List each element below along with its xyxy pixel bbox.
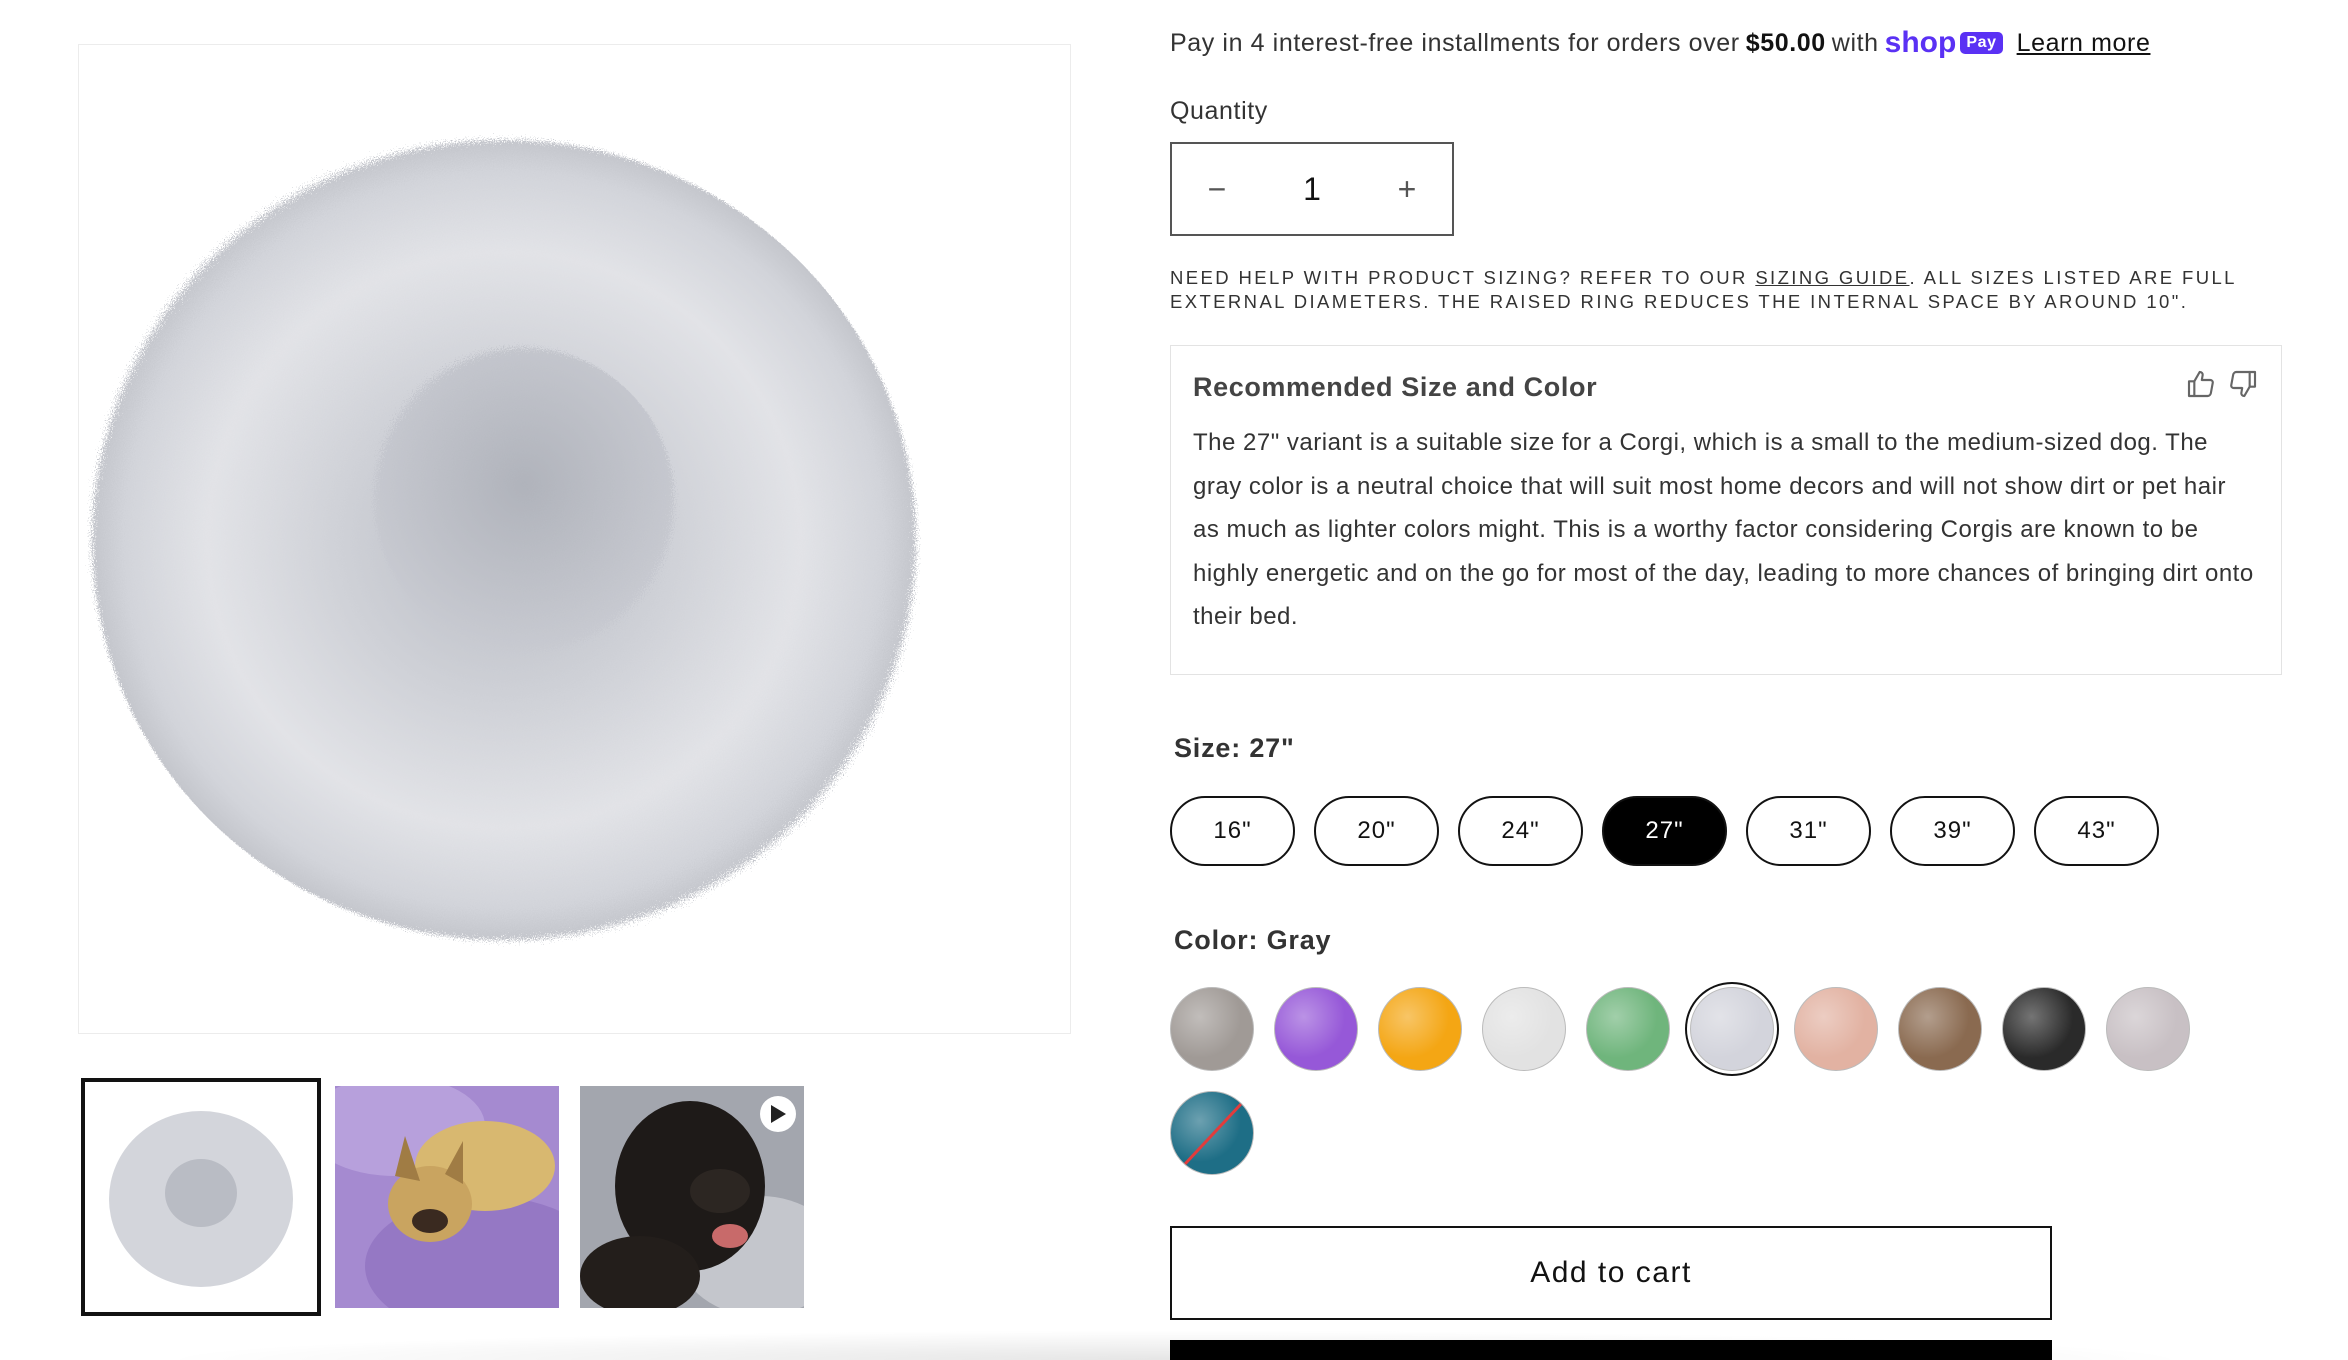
size-option-39[interactable]: 39" bbox=[1890, 796, 2015, 866]
quantity-stepper: − 1 + bbox=[1170, 142, 1454, 236]
product-main-image[interactable] bbox=[78, 44, 1071, 1034]
size-option-24[interactable]: 24" bbox=[1458, 796, 1583, 866]
thumbs-up-icon[interactable] bbox=[2185, 368, 2217, 400]
color-swatches-row-2 bbox=[1170, 1091, 1254, 1175]
recommendation-card: Recommended Size and Color The 27" varia… bbox=[1170, 345, 2282, 675]
color-swatch-green[interactable] bbox=[1586, 987, 1670, 1071]
sizing-note-prefix: NEED HELP WITH PRODUCT SIZING? REFER TO … bbox=[1170, 267, 1748, 288]
sizing-guide-link[interactable]: SIZING GUIDE bbox=[1755, 267, 1909, 288]
installments-threshold: $50.00 bbox=[1745, 28, 1826, 57]
shop-pay-logo: shop bbox=[1884, 26, 1957, 59]
color-swatches-row-1 bbox=[1170, 987, 2190, 1071]
recommendation-text: The 27" variant is a suitable size for a… bbox=[1193, 429, 2254, 630]
shop-pay-installments: Pay in 4 interest-free installments for … bbox=[1170, 26, 2150, 60]
increase-quantity-button[interactable]: + bbox=[1362, 144, 1452, 234]
size-option-20[interactable]: 20" bbox=[1314, 796, 1439, 866]
size-option-31[interactable]: 31" bbox=[1746, 796, 1871, 866]
product-thumbnail-video[interactable] bbox=[580, 1086, 804, 1308]
size-option-27[interactable]: 27" bbox=[1602, 796, 1727, 866]
color-swatch-orange[interactable] bbox=[1378, 987, 1462, 1071]
product-thumbnail-bulldog[interactable] bbox=[335, 1086, 559, 1308]
size-options: 16" 20" 24" 27" 31" 39" 43" bbox=[1170, 796, 2159, 866]
add-to-cart-button[interactable]: Add to cart bbox=[1170, 1226, 2052, 1320]
color-swatch-teal-unavailable[interactable] bbox=[1170, 1091, 1254, 1175]
shop-pay-badge: Pay bbox=[1960, 32, 2003, 54]
play-video-icon[interactable] bbox=[760, 1096, 796, 1132]
color-swatch-white[interactable] bbox=[1482, 987, 1566, 1071]
product-thumbnail-gray-bed[interactable] bbox=[81, 1078, 321, 1316]
recommendation-title: Recommended Size and Color bbox=[1193, 372, 1598, 402]
installments-text: Pay in 4 interest-free installments for … bbox=[1170, 28, 1740, 57]
feedback-buttons bbox=[2185, 368, 2259, 400]
color-swatch-pink[interactable] bbox=[1794, 987, 1878, 1071]
learn-more-link[interactable]: Learn more bbox=[2017, 29, 2151, 58]
color-swatch-taupe[interactable] bbox=[1170, 987, 1254, 1071]
thumbs-down-icon[interactable] bbox=[2227, 368, 2259, 400]
color-swatch-gray[interactable] bbox=[1690, 987, 1774, 1071]
sizing-help-note: NEED HELP WITH PRODUCT SIZING? REFER TO … bbox=[1170, 266, 2290, 314]
color-label: Color: Gray bbox=[1174, 925, 1332, 955]
size-label: Size: 27" bbox=[1174, 733, 1295, 763]
color-swatch-brown[interactable] bbox=[1898, 987, 1982, 1071]
color-swatch-black[interactable] bbox=[2002, 987, 2086, 1071]
color-swatch-rainbow[interactable] bbox=[2106, 987, 2190, 1071]
footer-shadow bbox=[150, 1330, 2200, 1360]
quantity-label: Quantity bbox=[1170, 97, 1268, 125]
installments-with: with bbox=[1831, 28, 1879, 57]
size-option-16[interactable]: 16" bbox=[1170, 796, 1295, 866]
color-swatch-purple[interactable] bbox=[1274, 987, 1358, 1071]
size-option-43[interactable]: 43" bbox=[2034, 796, 2159, 866]
decrease-quantity-button[interactable]: − bbox=[1172, 144, 1262, 234]
quantity-input[interactable]: 1 bbox=[1262, 171, 1362, 208]
